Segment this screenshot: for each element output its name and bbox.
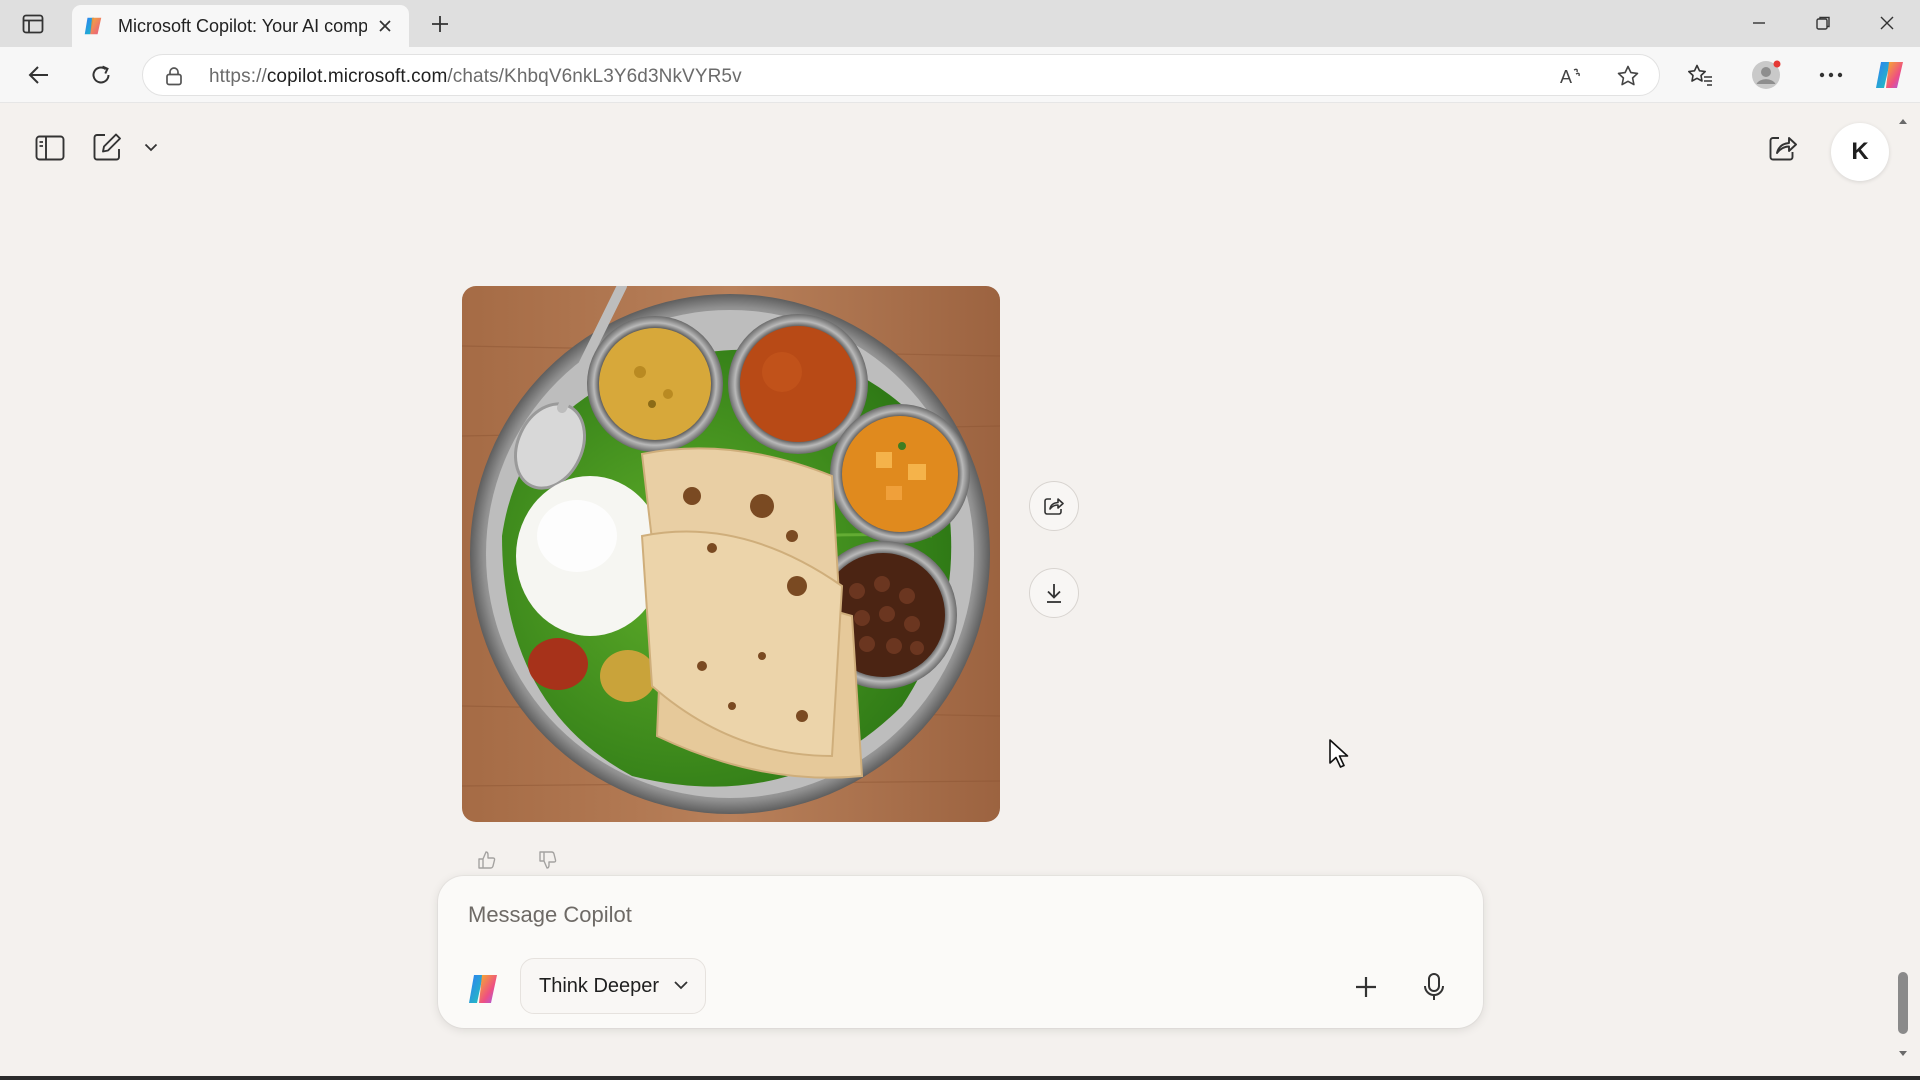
scroll-up-icon[interactable] xyxy=(1895,114,1911,128)
profile-icon[interactable] xyxy=(1747,57,1785,93)
chevron-down-icon[interactable] xyxy=(140,136,162,158)
chevron-down-icon xyxy=(673,977,689,995)
browser-tab-bar: Microsoft Copilot: Your AI compa xyxy=(0,0,1920,47)
refresh-icon[interactable] xyxy=(82,57,120,93)
image-share-button[interactable] xyxy=(1029,481,1079,531)
message-input[interactable] xyxy=(468,898,1448,932)
url-host: copilot.microsoft.com xyxy=(266,66,448,87)
read-aloud-icon[interactable]: A xyxy=(1555,61,1587,91)
url-text[interactable]: https://copilot.microsoft.com/chats/Khbq… xyxy=(209,66,742,88)
scrollbar-thumb[interactable] xyxy=(1898,972,1908,1034)
plus-icon xyxy=(1356,977,1376,997)
lock-icon[interactable] xyxy=(165,66,183,91)
message-composer: Think Deeper xyxy=(438,876,1483,1028)
favorite-star-icon[interactable] xyxy=(1612,61,1644,91)
microphone-button[interactable] xyxy=(1415,968,1453,1006)
compose-icon[interactable] xyxy=(88,128,126,166)
restore-icon[interactable] xyxy=(1800,7,1846,39)
thumbs-down-icon[interactable] xyxy=(534,846,562,874)
share-icon xyxy=(1044,498,1064,515)
address-bar[interactable]: https://copilot.microsoft.com/chats/Khbq… xyxy=(142,54,1660,96)
close-icon[interactable] xyxy=(1864,7,1910,39)
url-path: /chats/KhbqV6nkL3Y6d3NkVYR5v xyxy=(447,66,742,87)
minimize-icon[interactable] xyxy=(1736,7,1782,39)
share-icon[interactable] xyxy=(1764,129,1802,167)
favorites-icon[interactable] xyxy=(1681,57,1719,93)
copilot-logo-icon xyxy=(469,975,497,1003)
copilot-page: K Message Copilot Think Deeper xyxy=(0,104,1920,1080)
microphone-icon xyxy=(1424,973,1444,1000)
tab-title: Microsoft Copilot: Your AI compa xyxy=(118,15,367,36)
tab-copilot[interactable]: Microsoft Copilot: Your AI compa xyxy=(72,5,409,47)
copilot-icon[interactable] xyxy=(1871,57,1909,93)
scroll-down-icon[interactable] xyxy=(1895,1046,1911,1060)
copilot-favicon-icon xyxy=(84,17,102,35)
screen-bottom-edge xyxy=(0,1076,1920,1080)
browser-toolbar: https://copilot.microsoft.com/chats/Khbq… xyxy=(0,47,1920,103)
url-prefix: https:// xyxy=(209,66,267,87)
mode-label: Think Deeper xyxy=(539,974,660,997)
thumbs-up-icon[interactable] xyxy=(473,846,501,874)
arrow-left-icon[interactable] xyxy=(20,57,58,93)
avatar[interactable]: K xyxy=(1831,123,1889,181)
close-icon[interactable] xyxy=(373,14,397,38)
generated-thali-image[interactable] xyxy=(462,286,1000,822)
scrollbar[interactable] xyxy=(1894,104,1912,1054)
add-attachment-button[interactable] xyxy=(1347,968,1385,1006)
tab-actions-icon[interactable] xyxy=(16,10,50,38)
mouse-cursor-icon xyxy=(1329,739,1349,768)
image-download-button[interactable] xyxy=(1029,568,1079,618)
download-icon xyxy=(1047,584,1061,603)
more-icon[interactable] xyxy=(1812,57,1850,93)
plus-icon[interactable] xyxy=(424,10,456,38)
sidebar-icon[interactable] xyxy=(32,130,68,166)
svg-text:A: A xyxy=(1560,67,1572,86)
think-deeper-dropdown[interactable]: Think Deeper xyxy=(520,958,706,1014)
